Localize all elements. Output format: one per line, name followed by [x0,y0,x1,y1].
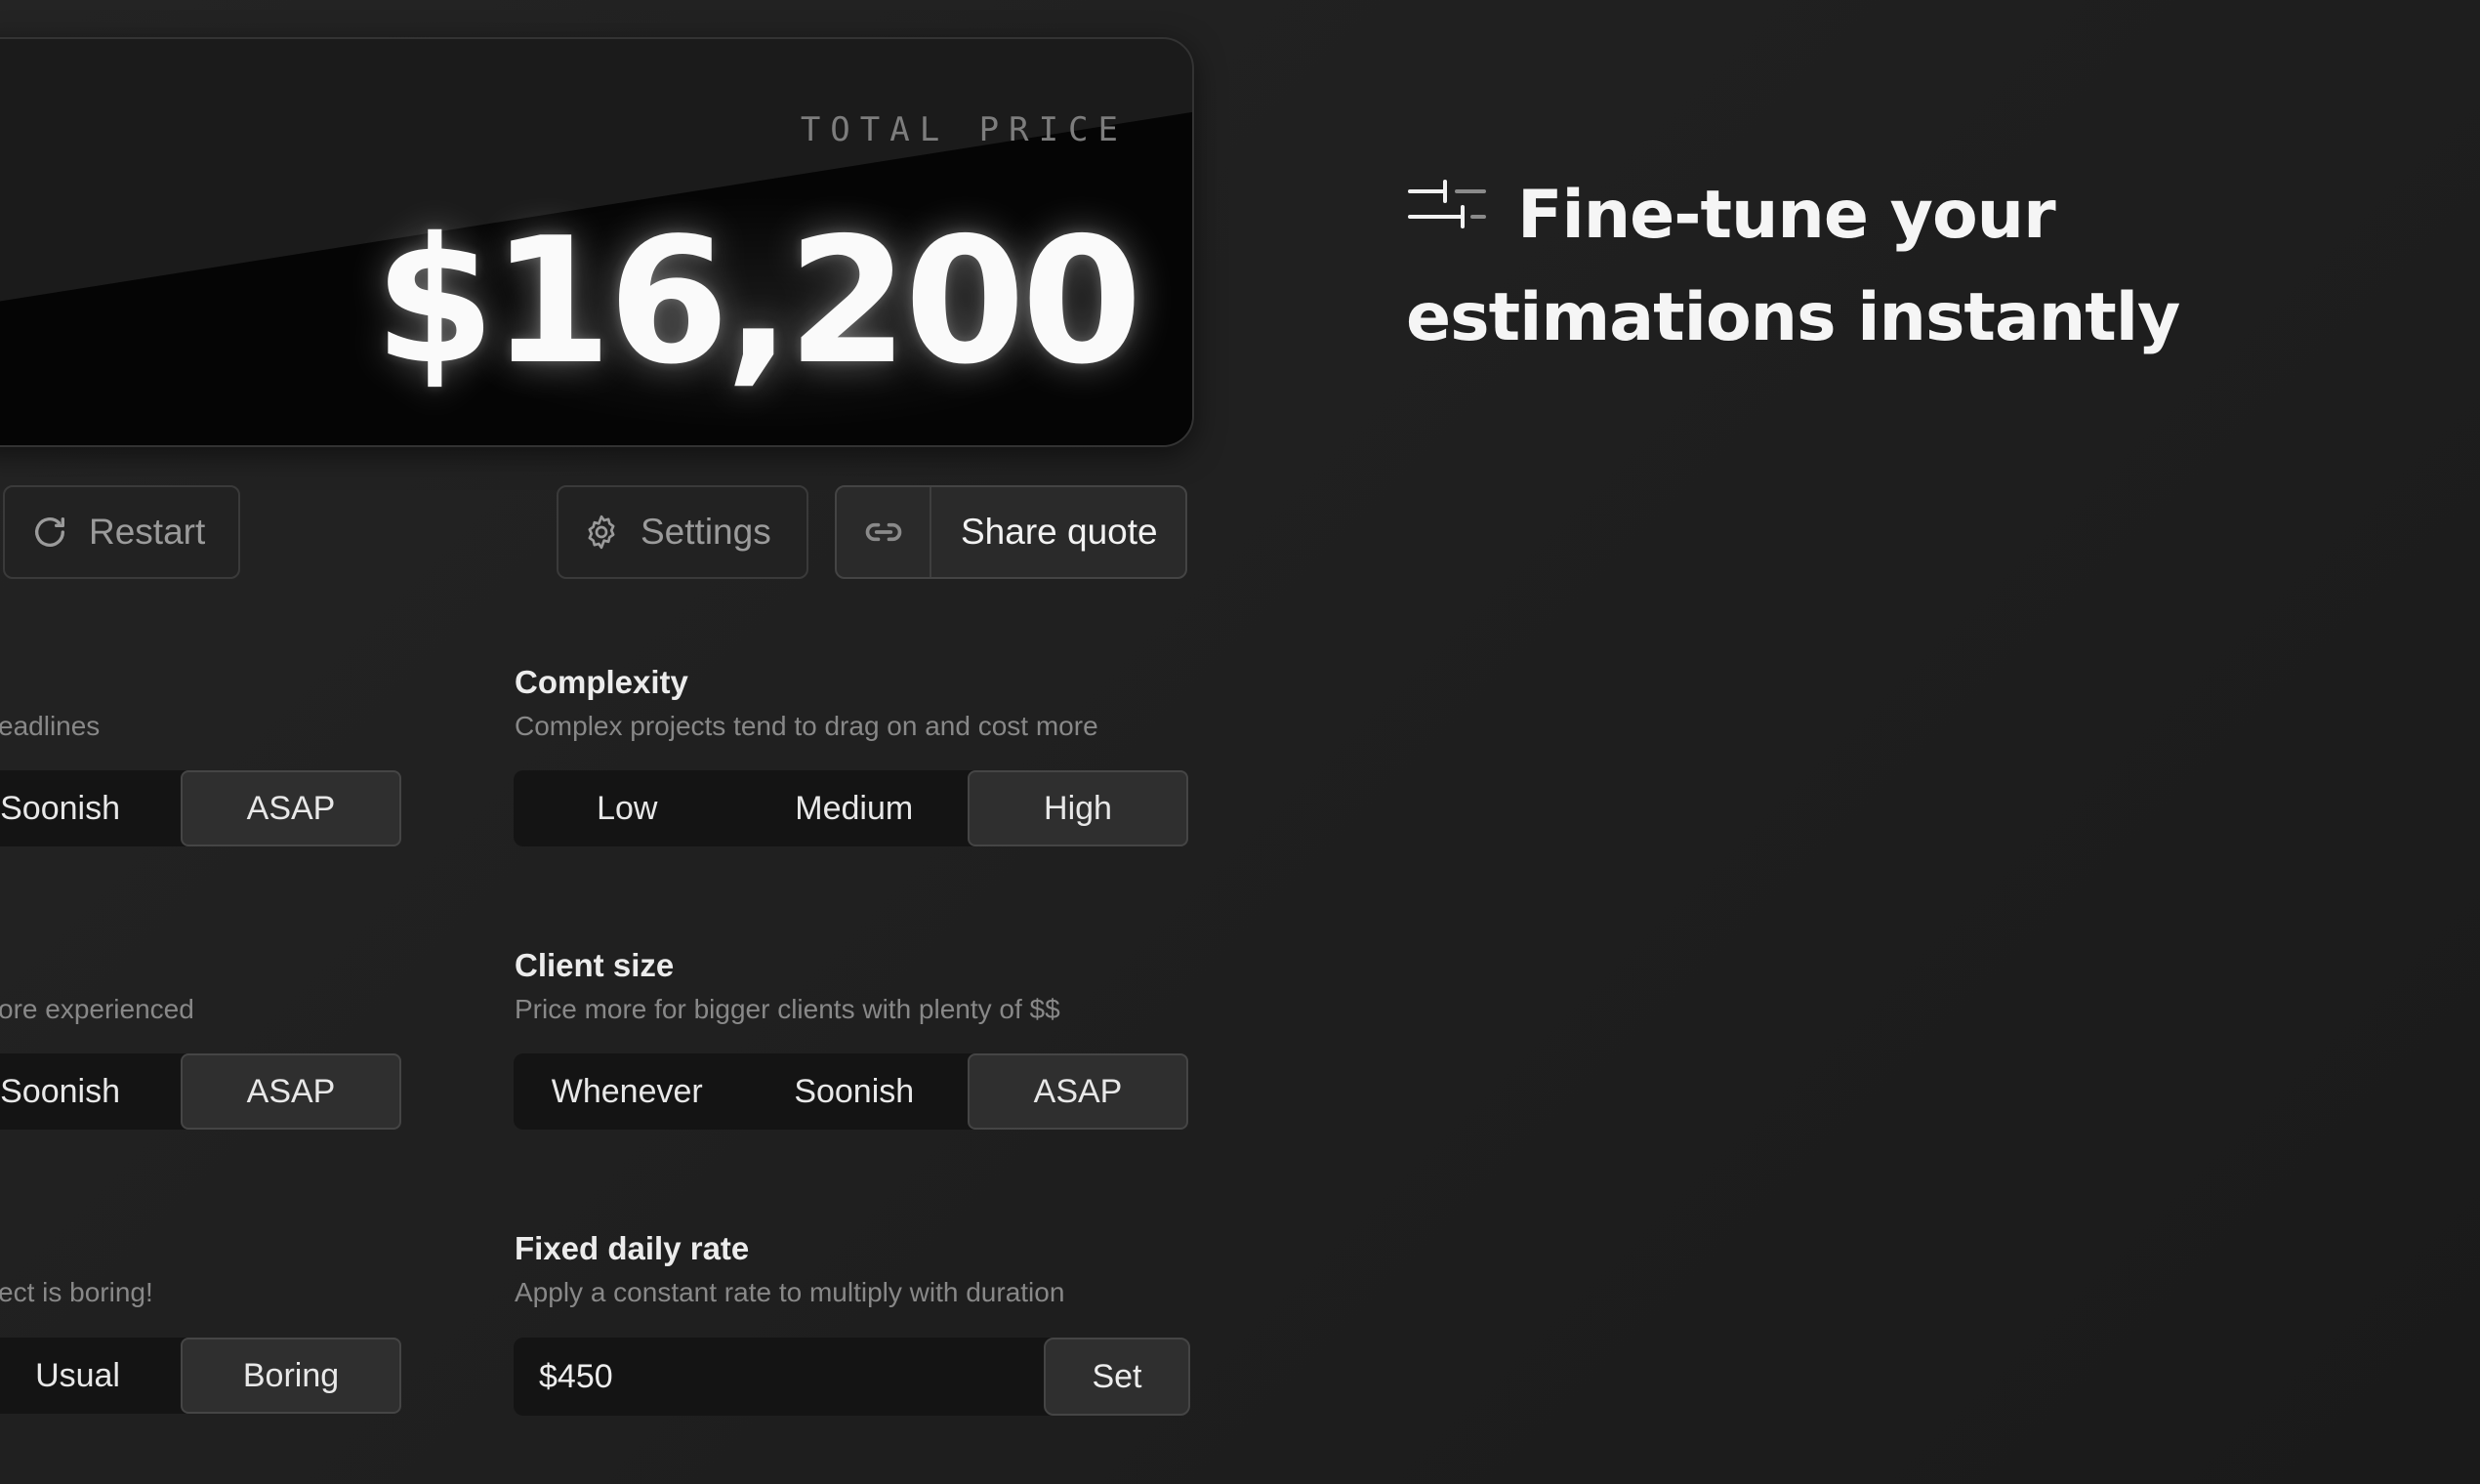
restart-label: Restart [89,512,206,552]
option-asap[interactable]: ASAP [181,770,401,846]
client-size-segmented[interactable]: Whenever Soonish ASAP [514,1053,1188,1130]
set-rate-button[interactable]: Set [1044,1338,1190,1416]
total-price-card: TOTAL PRICE $16,200 [0,37,1194,447]
complexity-segmented[interactable]: Low Medium High [514,770,1188,846]
left-row2-segmented[interactable]: Soonish ASAP [0,1053,401,1130]
feature-headline: Fine-tune your estimations instantly [1406,166,2382,368]
daily-rate-field-group: Set [514,1338,1190,1416]
restart-icon [30,513,69,552]
option-medium[interactable]: Medium [741,770,969,846]
daily-rate-title: Fixed daily rate [515,1230,750,1266]
client-size-title: Client size [515,947,675,983]
complexity-title: Complexity [515,664,688,700]
option-soonish[interactable]: Soonish [0,770,181,846]
option-whenever[interactable]: Whenever [514,1053,741,1130]
left-row1-segmented[interactable]: Soonish ASAP [0,770,401,846]
daily-rate-input[interactable] [514,1338,1037,1416]
left-row2-desc: ore experienced [0,994,194,1024]
share-quote-label: Share quote [961,512,1158,552]
share-quote-button[interactable]: Share quote [835,485,1187,579]
gear-icon [582,513,621,552]
option-high[interactable]: High [968,770,1188,846]
settings-button[interactable]: Settings [557,485,808,579]
total-price-value: $16,200 [374,200,1142,402]
option-soonish[interactable]: Soonish [741,1053,969,1130]
daily-rate-desc: Apply a constant rate to multiply with d… [515,1277,1065,1307]
option-soonish[interactable]: Soonish [0,1053,181,1130]
link-icon [862,511,905,554]
headline-line2: estimations instantly [1406,279,2180,357]
settings-label: Settings [641,512,771,552]
option-asap[interactable]: ASAP [968,1053,1188,1130]
left-row3-desc: ect is boring! [0,1277,153,1307]
option-boring[interactable]: Boring [181,1338,401,1414]
copy-link-button[interactable] [837,487,931,577]
total-price-label: TOTAL PRICE [800,110,1128,149]
left-row1-desc: eadlines [0,711,101,741]
left-row3-segmented[interactable]: Usual Boring [0,1338,401,1414]
client-size-desc: Price more for bigger clients with plent… [515,994,1060,1024]
option-asap[interactable]: ASAP [181,1053,401,1130]
option-usual[interactable]: Usual [0,1338,181,1414]
complexity-desc: Complex projects tend to drag on and cos… [515,711,1098,741]
headline-line1: Fine-tune your [1517,177,2056,254]
option-low[interactable]: Low [514,770,741,846]
sliders-icon [1406,163,1488,263]
restart-button[interactable]: Restart [3,485,240,579]
